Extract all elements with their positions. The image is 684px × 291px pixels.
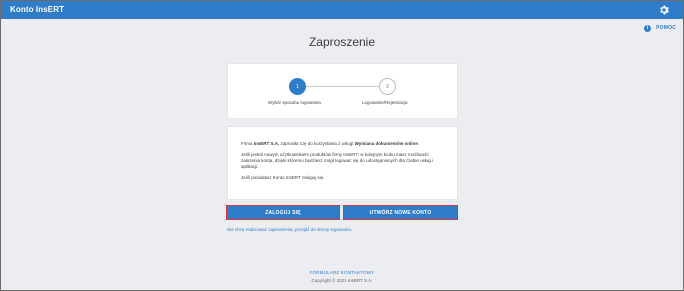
app-title[interactable]: Konto InsERT	[10, 5, 64, 14]
invitation-paragraph-3: Jeśli posiadasz Konto InsERT zaloguj się…	[241, 175, 325, 180]
invitation-text: Firma	[241, 141, 254, 146]
reject-invitation-link[interactable]: Nie chcę realizować zaproszenia, przejdź…	[227, 227, 352, 232]
steps-card: 1 2 Wybór sposobu logowania Logowanie/Re…	[227, 63, 458, 119]
step-1-indicator: 1	[289, 78, 306, 95]
create-account-button[interactable]: UTWÓRZ NOWE KONTO	[343, 205, 458, 220]
step-1-label: Wybór sposobu logowania	[268, 100, 321, 105]
gear-icon[interactable]	[658, 4, 670, 16]
copyright-text: Copyright © 2021 InsERT S.A.	[311, 278, 373, 283]
invitation-text: .	[417, 141, 420, 146]
invitation-paragraph-1: Firma InsERT S.A. zaprosiła Cię do korzy…	[241, 141, 445, 147]
contact-form-link[interactable]: FORMULARZ KONTAKTOWY	[0, 270, 684, 275]
invitation-text: zaprosiła Cię do korzystania z usługi	[279, 141, 355, 146]
login-button[interactable]: ZALOGUJ SIĘ	[226, 205, 340, 220]
step-2-label: Logowanie/Rejestracja	[362, 100, 408, 105]
help-link[interactable]: i POMOC	[644, 24, 676, 32]
page-title: Zaproszenie	[308, 35, 376, 49]
company-name: InsERT S.A.	[253, 141, 280, 146]
invitation-paragraph-2: Jeśli jesteś nowym użytkownikiem produkt…	[241, 152, 434, 169]
info-icon: i	[644, 24, 652, 32]
help-label: POMOC	[656, 25, 676, 31]
step-2-indicator: 2	[379, 78, 396, 95]
step-connector	[298, 86, 388, 87]
top-bar: Konto InsERT	[1, 1, 683, 19]
invitation-card: Firma InsERT S.A. zaprosiła Cię do korzy…	[227, 126, 458, 200]
service-name: Wymiana dokumentów online	[354, 141, 418, 146]
